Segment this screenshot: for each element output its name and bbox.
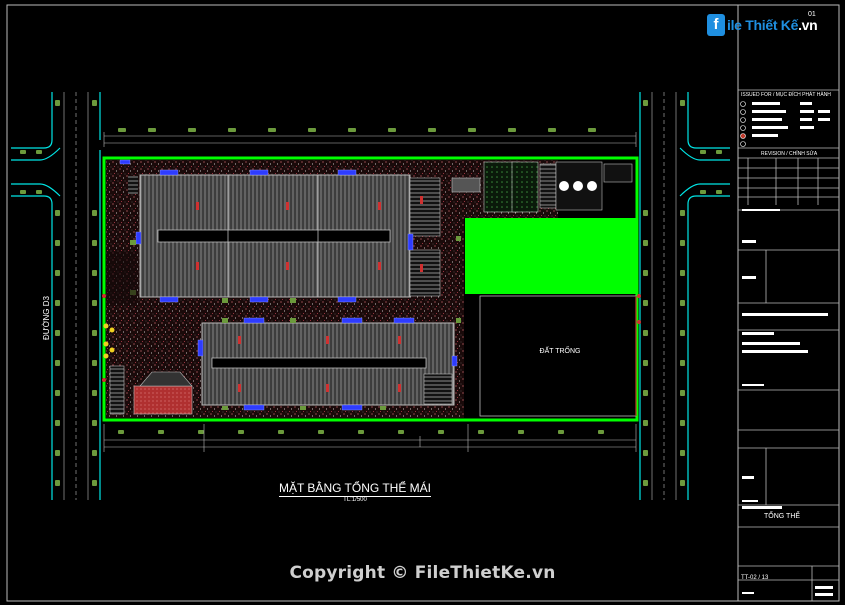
logo-wordmark: ile Thiết Kế.vn (727, 17, 818, 33)
building-2-roof (201, 322, 455, 406)
road-label: ĐƯỜNG D3 (42, 296, 51, 340)
copyright-watermark: Copyright © FileThietKe.vn (289, 563, 556, 583)
title-block (738, 89, 839, 601)
tank-icon (559, 181, 569, 191)
title-block-marks (740, 101, 833, 596)
drawing-title: MẶT BẰNG TỔNG THỂ MÁI (278, 481, 432, 497)
left-road-lines (63, 92, 89, 500)
empty-lot-label: ĐẤT TRỐNG (539, 348, 581, 355)
title-block-issued-for: ISSUED FOR / MỤC ĐÍCH PHÁT HÀNH (741, 92, 831, 98)
sheet-name: TỔNG THỂ (764, 513, 801, 520)
building-1-roof (128, 174, 441, 298)
right-road-lines (651, 92, 677, 500)
empty-lot (479, 295, 637, 417)
drawing-scale: TL:1/500 (343, 497, 367, 503)
title-block-revision: REVISION / CHỈNH SỬA (761, 151, 818, 157)
filethietke-logo: f ile Thiết Kế.vn (707, 10, 818, 42)
logo-mark: f (707, 14, 725, 36)
entrance-plaza (133, 385, 193, 415)
green-lawn (465, 218, 637, 294)
sheet-code: 01 (808, 11, 816, 18)
site-plan-drawing (6, 4, 840, 602)
